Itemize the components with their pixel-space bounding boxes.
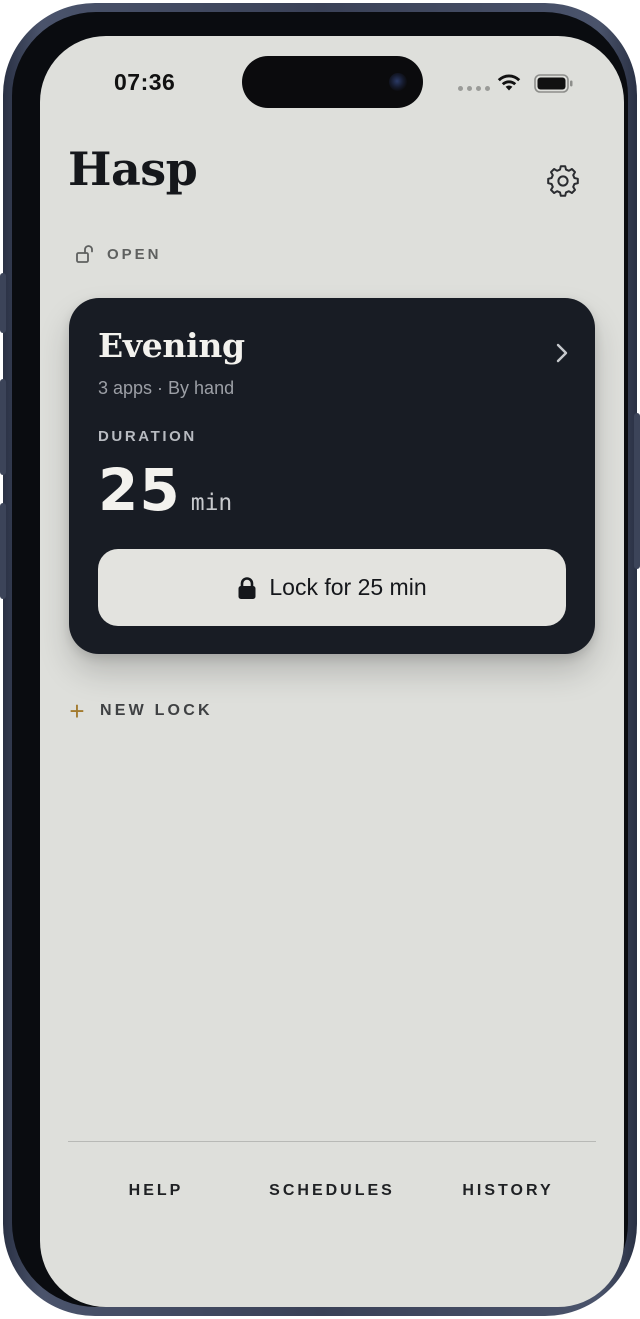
phone-frame: 07:36 Hasp OPEN Evening 3 apps · By hand… <box>0 3 640 1316</box>
lock-state-label: OPEN <box>107 245 162 263</box>
wifi-icon <box>497 74 521 91</box>
nav-history[interactable]: HISTORY <box>420 1182 596 1200</box>
lock-state-indicator: OPEN <box>75 244 162 264</box>
new-lock-label: NEW LOCK <box>100 702 213 719</box>
volume-down-button <box>0 503 6 599</box>
status-time: 07:36 <box>114 69 176 95</box>
duration-label: DURATION <box>98 428 197 445</box>
unlocked-padlock-icon <box>76 245 93 263</box>
lock-card-meta: 3 apps · By hand <box>98 378 235 398</box>
duration-unit: min <box>190 490 233 516</box>
padlock-icon <box>238 576 256 599</box>
chevron-right-icon[interactable] <box>555 342 569 364</box>
volume-up-button <box>0 379 6 475</box>
new-lock-button[interactable]: + NEW LOCK <box>68 698 213 724</box>
phone-bezel: 07:36 Hasp OPEN Evening 3 apps · By hand… <box>12 12 628 1307</box>
gear-icon[interactable] <box>546 164 580 198</box>
cellular-signal-icon <box>458 86 490 91</box>
dynamic-island <box>242 56 423 108</box>
lock-button-label: Lock for 25 min <box>269 574 427 600</box>
battery-icon <box>534 74 573 93</box>
power-button <box>634 413 640 569</box>
bottom-nav: HELP SCHEDULES HISTORY <box>68 1182 596 1200</box>
lock-button[interactable]: Lock for 25 min <box>98 549 566 626</box>
nav-schedules[interactable]: SCHEDULES <box>244 1182 420 1200</box>
bottom-nav-divider <box>68 1141 596 1142</box>
app-screen: 07:36 Hasp OPEN Evening 3 apps · By hand… <box>40 36 624 1307</box>
lock-card-title: Evening <box>98 326 245 365</box>
duration-value: 25 <box>98 456 181 524</box>
nav-help[interactable]: HELP <box>68 1182 244 1200</box>
lock-card-evening[interactable]: Evening 3 apps · By hand DURATION 25 min… <box>69 298 595 654</box>
front-camera <box>389 73 407 91</box>
action-button <box>0 273 6 333</box>
duration-display: 25 min <box>98 456 232 524</box>
app-title: Hasp <box>68 142 198 196</box>
plus-icon: + <box>69 696 85 726</box>
